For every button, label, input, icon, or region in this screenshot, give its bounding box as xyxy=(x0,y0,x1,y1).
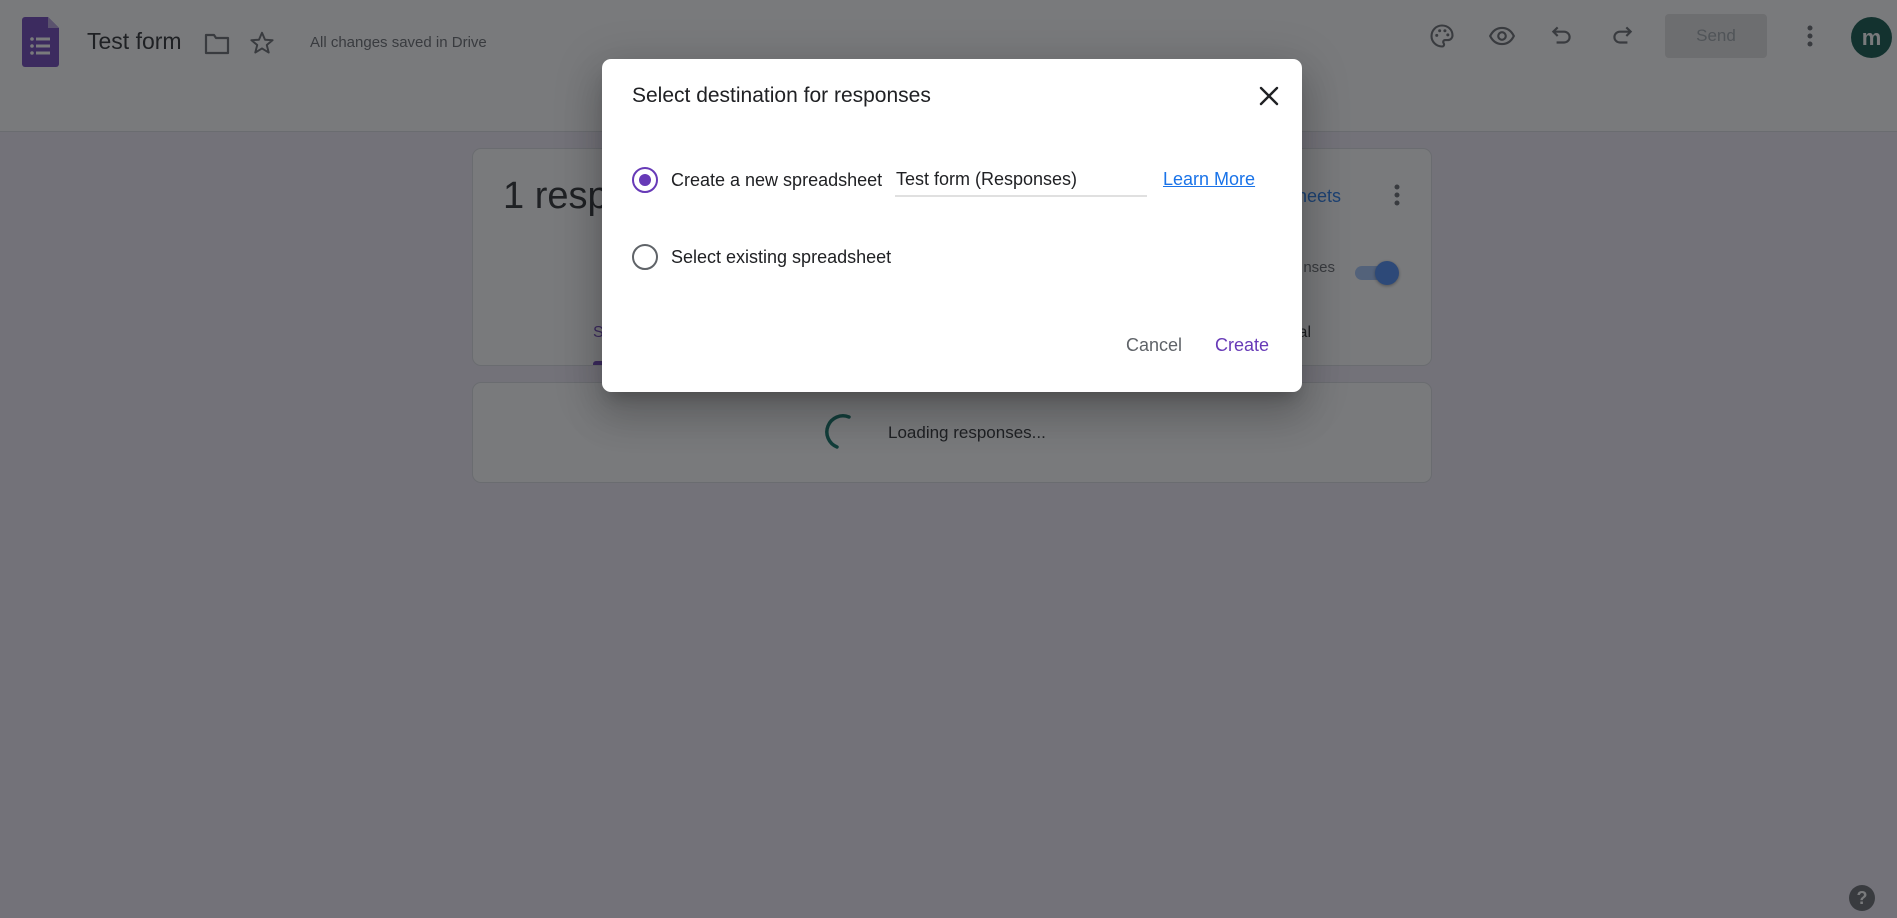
option-new-spreadsheet[interactable]: Create a new spreadsheet xyxy=(632,167,882,193)
option-existing-spreadsheet[interactable]: Select existing spreadsheet xyxy=(632,244,891,270)
cancel-button[interactable]: Cancel xyxy=(1120,329,1188,362)
dialog-title: Select destination for responses xyxy=(632,84,931,107)
close-icon xyxy=(1259,86,1279,106)
option-label: Select existing spreadsheet xyxy=(671,246,892,267)
radio-new-spreadsheet[interactable] xyxy=(632,167,658,193)
radio-existing-spreadsheet[interactable] xyxy=(632,244,658,270)
spreadsheet-name-input[interactable] xyxy=(895,163,1147,197)
create-button[interactable]: Create xyxy=(1209,329,1275,362)
select-destination-dialog: Select destination for responses Create … xyxy=(602,59,1302,392)
option-label: Create a new spreadsheet xyxy=(671,169,883,190)
close-button[interactable] xyxy=(1252,79,1286,113)
learn-more-link[interactable]: Learn More xyxy=(1163,169,1255,190)
